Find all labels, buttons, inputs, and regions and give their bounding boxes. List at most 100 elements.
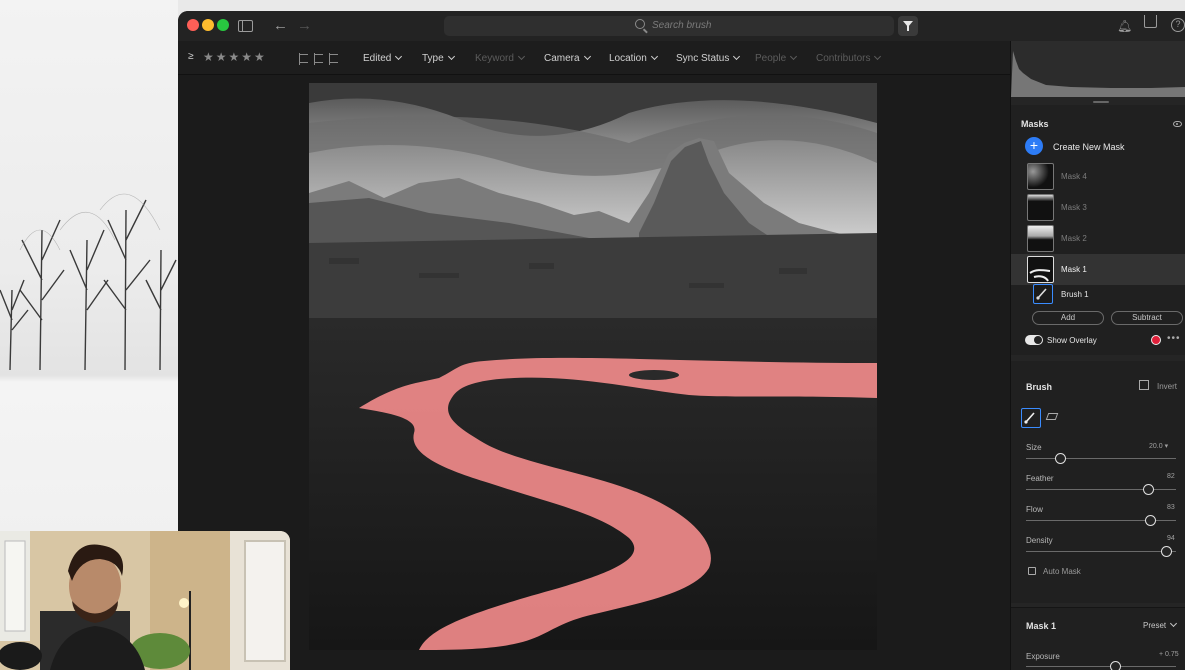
help-icon[interactable]: ? (1171, 18, 1185, 32)
chevron-down-icon (517, 52, 525, 61)
size-slider-knob[interactable] (1054, 453, 1066, 464)
chevron-down-icon (790, 52, 798, 61)
forward-arrow-icon: → (297, 17, 312, 34)
webcam-video (0, 531, 290, 670)
invert-icon[interactable] (1139, 380, 1149, 390)
chevron-down-icon (650, 52, 658, 61)
flow-label: Flow (1026, 505, 1043, 514)
add-label: Add (1060, 313, 1076, 322)
eraser-tool-icon[interactable] (1045, 413, 1059, 420)
overlay-color-swatch[interactable] (1151, 335, 1161, 345)
show-overlay-row: Show Overlay ••• (1011, 331, 1185, 353)
filter-contributors: Contributors (816, 52, 882, 64)
show-overlay-toggle[interactable] (1025, 335, 1043, 345)
flag-unflagged-icon[interactable] (314, 53, 323, 65)
share-icon[interactable] (1144, 15, 1157, 28)
filter-toolbar: ≥ ★★★★★ Edited Type Keyword Camera Locat… (178, 41, 1010, 75)
filter-location[interactable]: Location (609, 52, 658, 64)
create-new-mask-button[interactable]: + (1025, 137, 1043, 155)
filter-sync-status[interactable]: Sync Status (676, 52, 741, 64)
landscape-photo[interactable] (309, 83, 877, 650)
size-value[interactable]: 20.0 ▾ (1149, 442, 1168, 450)
more-options-icon[interactable]: ••• (1167, 333, 1181, 344)
mask-thumbnail (1027, 194, 1054, 221)
mask-item-3[interactable]: Mask 3 (1011, 192, 1185, 223)
mask-thumbnail (1027, 256, 1054, 283)
edit-panel: Masks + Create New Mask Mask 4 Mask 3 Ma… (1010, 41, 1185, 670)
filter-camera[interactable]: Camera (544, 52, 591, 64)
back-arrow-icon[interactable]: ← (273, 17, 288, 35)
minimize-window-button[interactable] (202, 19, 214, 31)
mask-item-4[interactable]: Mask 4 (1011, 161, 1185, 192)
brush-component-item[interactable]: Brush 1 (1011, 282, 1185, 306)
histogram-graph (1011, 51, 1185, 97)
show-overlay-label: Show Overlay (1047, 336, 1097, 345)
density-slider[interactable] (1026, 546, 1176, 557)
feather-value[interactable]: 82 (1167, 473, 1175, 480)
app-window: ← → Search brush 🔔︎ ? ≥ ★★★★★ Edited Typ… (178, 11, 1185, 670)
filter-icon[interactable] (898, 16, 918, 36)
preset-dropdown[interactable]: Preset (1143, 619, 1178, 630)
brush-tool-icon[interactable] (1021, 408, 1041, 428)
brush-title: Brush (1026, 382, 1053, 392)
auto-mask-label: Auto Mask (1043, 567, 1081, 576)
eye-icon[interactable] (1173, 121, 1182, 127)
mask-adjust-title: Mask 1 (1026, 621, 1057, 631)
mask-thumbnail (1027, 225, 1054, 252)
density-value[interactable]: 94 (1167, 535, 1175, 542)
chevron-down-icon (395, 52, 403, 61)
zoom-window-button[interactable] (217, 19, 229, 31)
flag-rejected-icon[interactable] (329, 53, 338, 65)
size-slider[interactable] (1026, 453, 1176, 464)
titlebar: ← → Search brush 🔔︎ ? (178, 11, 1185, 41)
chevron-down-icon (733, 52, 741, 61)
density-slider-knob[interactable] (1161, 546, 1172, 557)
search-input[interactable]: Search brush (652, 20, 711, 31)
filter-type[interactable]: Type (422, 52, 455, 64)
filter-edited[interactable]: Edited (363, 52, 403, 64)
rating-operator[interactable]: ≥ (188, 51, 194, 62)
presenter-video-frame (0, 531, 290, 670)
subtract-label: Subtract (1132, 313, 1162, 322)
search-icon (635, 19, 645, 29)
photo-image (309, 83, 877, 650)
flow-slider[interactable] (1026, 515, 1176, 526)
flag-picked-icon[interactable] (299, 53, 308, 65)
search-field[interactable]: Search brush (444, 16, 894, 36)
exposure-slider[interactable] (1026, 661, 1176, 670)
star-rating-filter[interactable]: ★★★★★ (203, 50, 267, 64)
feather-slider[interactable] (1026, 484, 1176, 495)
masks-title: Masks (1021, 119, 1049, 129)
mask-thumbnail (1027, 163, 1054, 190)
filter-people: People (755, 52, 798, 64)
feather-label: Feather (1026, 474, 1054, 483)
brush-icon (1033, 284, 1053, 304)
photo-canvas[interactable] (178, 75, 1010, 670)
add-button[interactable]: Add (1032, 311, 1104, 325)
sidebar-toggle-icon[interactable] (238, 20, 253, 32)
chevron-down-icon (874, 52, 882, 61)
flow-slider-knob[interactable] (1144, 515, 1156, 526)
brush-settings-panel: Brush Invert Size 20.0 ▾ Feather 82 Flow… (1011, 361, 1185, 603)
feather-slider-knob[interactable] (1143, 484, 1154, 495)
flow-value[interactable]: 83 (1167, 504, 1175, 511)
exposure-slider-knob[interactable] (1110, 661, 1121, 670)
mask-item-2[interactable]: Mask 2 (1011, 223, 1185, 254)
chevron-down-icon (447, 52, 455, 61)
panel-drag-handle[interactable] (1093, 101, 1109, 103)
exposure-value[interactable]: + 0.75 (1159, 651, 1179, 658)
histogram (1011, 41, 1185, 97)
bell-icon[interactable]: 🔔︎ (1117, 17, 1132, 35)
density-label: Density (1026, 536, 1053, 545)
mask-item-1[interactable]: Mask 1 (1011, 254, 1185, 285)
invert-label[interactable]: Invert (1157, 382, 1177, 391)
exposure-label: Exposure (1026, 652, 1060, 661)
masks-panel: Masks + Create New Mask Mask 4 Mask 3 Ma… (1011, 105, 1185, 355)
chevron-down-icon (583, 52, 591, 61)
close-window-button[interactable] (187, 19, 199, 31)
auto-mask-checkbox[interactable] (1028, 567, 1036, 575)
mask-adjustments-panel: Mask 1 Preset Exposure + 0.75 (1011, 607, 1185, 670)
create-new-mask-label[interactable]: Create New Mask (1053, 142, 1125, 152)
subtract-button[interactable]: Subtract (1111, 311, 1183, 325)
chevron-down-icon (1170, 619, 1178, 628)
